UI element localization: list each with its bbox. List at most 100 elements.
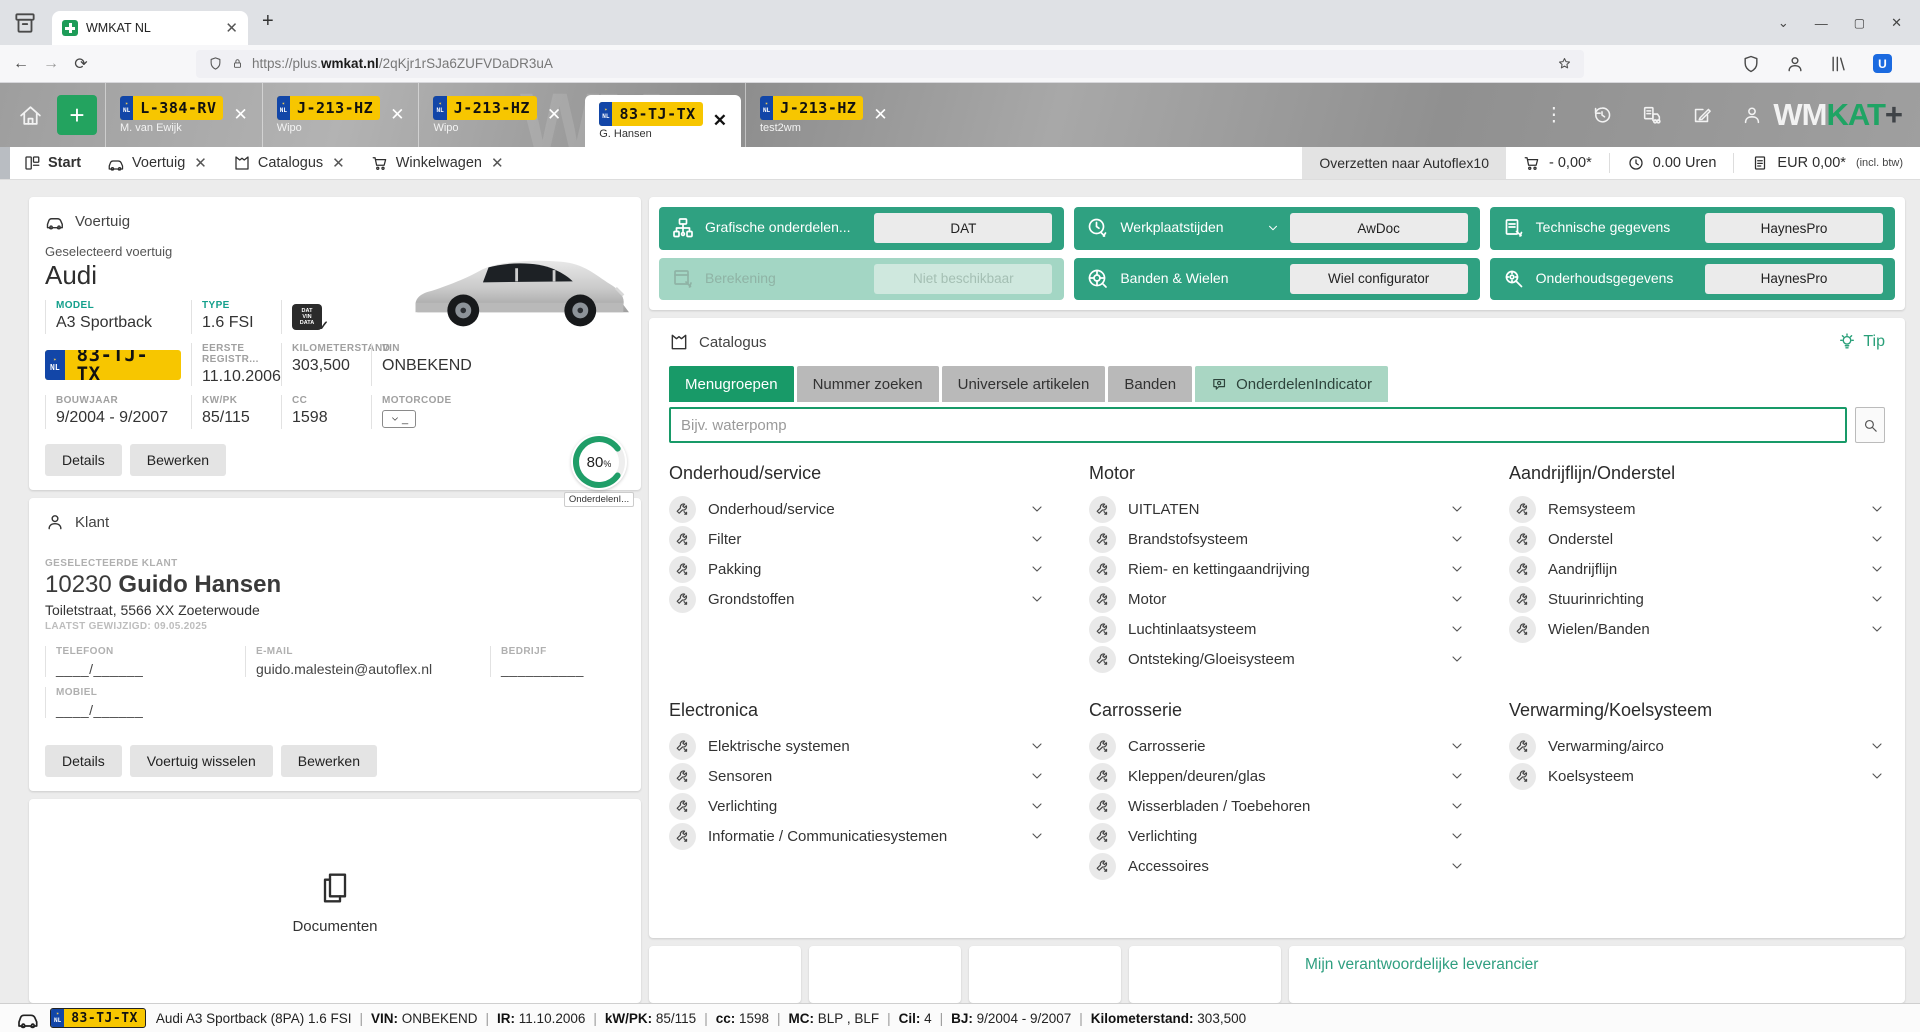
catalog-item-onderstel[interactable]: Onderstel [1509, 524, 1885, 554]
close-icon[interactable]: ✕ [491, 154, 504, 172]
user-icon[interactable] [1741, 104, 1763, 126]
home-icon[interactable] [18, 103, 43, 128]
url-bar[interactable]: https://plus.wmkat.nl/2qKjr1rSJa6ZUFVDaD… [196, 50, 1584, 78]
catalog-item-wisserbladen-toebehoren[interactable]: Wisserbladen / Toebehoren [1089, 791, 1465, 821]
forward-button[interactable]: → [36, 55, 66, 73]
catalog-tab-menugroepen[interactable]: Menugroepen [669, 366, 794, 402]
catalog-item-riem-en-kettingaandrijving[interactable]: Riem- en kettingaandrijving [1089, 554, 1465, 584]
email-field[interactable]: E-MAIL guido.malestein@autoflex.nl [245, 646, 490, 677]
catalog-item-kleppen-deuren-glas[interactable]: Kleppen/deuren/glas [1089, 761, 1465, 791]
close-icon[interactable]: ✕ [547, 105, 561, 125]
ublock-extension-icon[interactable]: U [1873, 54, 1892, 73]
close-icon[interactable]: ✕ [194, 154, 207, 172]
company-field[interactable]: BEDRIJF __________ [490, 646, 625, 677]
close-icon[interactable]: ✕ [873, 105, 887, 125]
back-button[interactable]: ← [6, 55, 36, 73]
documents-panel[interactable]: Documenten [29, 799, 641, 1003]
cart-total[interactable]: - 0,00* [1506, 154, 1609, 172]
catalog-item-grondstoffen[interactable]: Grondstoffen [669, 584, 1045, 614]
catalog-tab-banden[interactable]: Banden [1108, 366, 1192, 402]
minimize-button[interactable]: — [1815, 16, 1828, 31]
catalog-tab-onderdelenindicator[interactable]: OnderdelenIndicator [1195, 366, 1388, 402]
catalog-tab-universele-artikelen[interactable]: Universele artikelen [942, 366, 1106, 402]
parts-search-input[interactable] [669, 407, 1847, 443]
action-tile-labor-times[interactable]: WerkplaatstijdenAwDoc [1074, 207, 1479, 250]
action-tile-graphic-parts[interactable]: Grafische onderdelen...DAT [659, 207, 1064, 250]
catalog-item-carrosserie[interactable]: Carrosserie [1089, 731, 1465, 761]
catalog-item-sensoren[interactable]: Sensoren [669, 761, 1045, 791]
vehicle-tab-l-384-rv[interactable]: ✶NLL-384-RVM. van Ewijk✕ [105, 83, 262, 147]
vehicle-tab-j-213-hz[interactable]: ✶NLJ-213-HZWipo✕ [418, 83, 575, 147]
catalog-item-verwarming-airco[interactable]: Verwarming/airco [1509, 731, 1885, 761]
compose-icon[interactable] [1691, 104, 1713, 126]
customer-edit-button[interactable]: Bewerken [281, 745, 377, 777]
add-vehicle-button[interactable]: + [57, 95, 97, 135]
catalog-item-accessoires[interactable]: Accessoires [1089, 851, 1465, 881]
history-icon[interactable] [1591, 104, 1613, 126]
catalog-item-stuurinrichting[interactable]: Stuurinrichting [1509, 584, 1885, 614]
catalog-item-brandstofsysteem[interactable]: Brandstofsysteem [1089, 524, 1465, 554]
switch-vehicle-button[interactable]: Voertuig wisselen [130, 745, 273, 777]
action-tile-button[interactable]: DAT [874, 213, 1052, 243]
vehicle-tab-j-213-hz[interactable]: ✶NLJ-213-HZWipo✕ [262, 83, 419, 147]
action-tile-button[interactable]: HaynesPro [1705, 264, 1883, 294]
maximize-button[interactable]: ▢ [1854, 16, 1865, 30]
close-icon[interactable]: ✕ [713, 111, 727, 131]
hours-total[interactable]: 0.00 Uren [1610, 154, 1734, 172]
vehicle-edit-button[interactable]: Bewerken [130, 444, 226, 476]
window-close-button[interactable]: ✕ [1891, 15, 1902, 31]
vehicle-tab-83-tj-tx[interactable]: ✶NL83-TJ-TXG. Hansen✕ [585, 95, 741, 147]
action-tile-technical-data[interactable]: Technische gegevensHaynesPro [1490, 207, 1895, 250]
bookmark-star-icon[interactable] [1557, 56, 1572, 71]
reload-button[interactable]: ⟳ [66, 54, 96, 74]
lock-icon[interactable] [231, 57, 244, 70]
catalog-item-motor[interactable]: Motor [1089, 584, 1465, 614]
order-total[interactable]: EUR 0,00*(incl. btw) [1734, 154, 1920, 172]
customer-details-button[interactable]: Details [45, 745, 122, 777]
account-icon[interactable] [1785, 54, 1805, 74]
catalog-item-koelsysteem[interactable]: Koelsysteem [1509, 761, 1885, 791]
transfer-autoflex-button[interactable]: Overzetten naar Autoflex10 [1302, 147, 1506, 179]
catalog-item-onderhoud-service[interactable]: Onderhoud/service [669, 494, 1045, 524]
tracking-protection-shield-icon[interactable] [208, 56, 223, 71]
catalog-item-luchtinlaatsysteem[interactable]: Luchtinlaatsysteem [1089, 614, 1465, 644]
new-tab-button[interactable]: + [262, 10, 274, 33]
vehicle-tab-j-213-hz[interactable]: ✶NLJ-213-HZtest2wm✕ [745, 83, 902, 147]
action-tile-tires-wheels[interactable]: Banden & WielenWiel configurator [1074, 258, 1479, 301]
catalog-item-wielen-banden[interactable]: Wielen/Banden [1509, 614, 1885, 644]
privacy-shield-icon[interactable] [1741, 54, 1761, 74]
action-tile-button[interactable]: HaynesPro [1705, 213, 1883, 243]
catalog-item-verlichting[interactable]: Verlichting [1089, 821, 1465, 851]
vehicle-details-button[interactable]: Details [45, 444, 122, 476]
catalog-item-elektrische-systemen[interactable]: Elektrische systemen [669, 731, 1045, 761]
close-icon[interactable]: ✕ [390, 105, 404, 125]
nav-tab-catalogus[interactable]: Catalogus✕ [220, 154, 358, 172]
engine-code-dropdown[interactable]: _ [382, 410, 416, 428]
nav-tab-voertuig[interactable]: Voertuig✕ [94, 154, 220, 172]
catalog-item-informatie-communicatiesystemen[interactable]: Informatie / Communicatiesystemen [669, 821, 1045, 851]
catalog-item-ontsteking-gloeisysteem[interactable]: Ontsteking/Gloeisysteem [1089, 644, 1465, 674]
close-icon[interactable]: ✕ [233, 105, 247, 125]
phone-field[interactable]: TELEFOON ____/______ [45, 646, 245, 677]
catalog-item-remsysteem[interactable]: Remsysteem [1509, 494, 1885, 524]
tab-close-icon[interactable]: ✕ [225, 21, 238, 36]
catalog-item-filter[interactable]: Filter [669, 524, 1045, 554]
browser-tab[interactable]: WMKAT NL ✕ [52, 11, 248, 45]
library-icon[interactable] [1829, 54, 1849, 74]
action-tile-button[interactable]: AwDoc [1290, 213, 1468, 243]
more-options-icon[interactable]: ⋮ [1544, 104, 1563, 127]
dat-vin-data-badge[interactable]: DATVINDATA [292, 304, 322, 330]
close-icon[interactable]: ✕ [332, 154, 345, 172]
catalog-tab-nummer-zoeken[interactable]: Nummer zoeken [797, 366, 939, 402]
catalog-item-uitlaten[interactable]: UITLATEN [1089, 494, 1465, 524]
search-button[interactable] [1855, 407, 1885, 443]
mobile-field[interactable]: MOBIEL ____/______ [45, 687, 245, 718]
action-tile-button[interactable]: Wiel configurator [1290, 264, 1468, 294]
nav-tab-start[interactable]: Start [10, 154, 94, 172]
tab-list-chevron-icon[interactable]: ⌄ [1778, 15, 1789, 31]
tab-manager-icon[interactable] [12, 10, 38, 36]
nav-tab-winkelwagen[interactable]: Winkelwagen✕ [358, 154, 517, 172]
catalog-item-pakking[interactable]: Pakking [669, 554, 1045, 584]
tip-button[interactable]: Tip [1837, 332, 1885, 352]
catalog-item-aandrijflijn[interactable]: Aandrijflijn [1509, 554, 1885, 584]
